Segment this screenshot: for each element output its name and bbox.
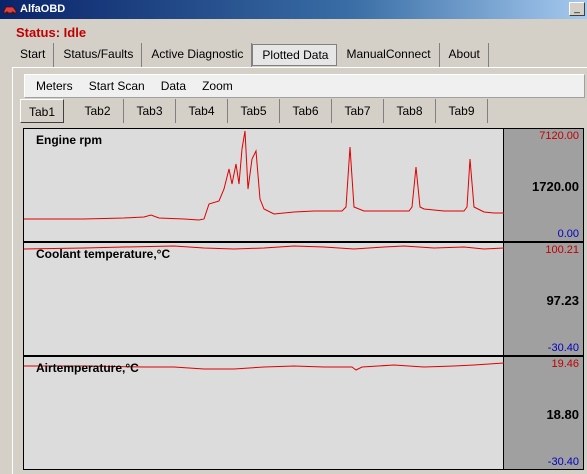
plot-area: Engine rpm bbox=[24, 129, 504, 241]
plot-tabs: Tab1 Tab2 Tab3 Tab4 Tab5 Tab6 Tab7 Tab8 … bbox=[20, 99, 488, 123]
current-value: 18.80 bbox=[546, 407, 579, 422]
plot-area: Coolant temperature,°C bbox=[24, 243, 504, 355]
main-tabs: Start Status/Faults Active Diagnostic Pl… bbox=[11, 43, 489, 67]
plot-engine-rpm: Engine rpm 7120.00 1720.00 0.00 bbox=[23, 128, 584, 242]
menu-start-scan[interactable]: Start Scan bbox=[89, 79, 145, 93]
tab-3[interactable]: Tab3 bbox=[124, 99, 176, 123]
scale-min: -30.40 bbox=[547, 342, 579, 354]
tab-manual-connect[interactable]: ManualConnect bbox=[337, 43, 440, 67]
plot-air-temperature: Airtemperature,°C 19.46 18.80 -30.40 bbox=[23, 356, 584, 470]
menu-data[interactable]: Data bbox=[161, 79, 186, 93]
tab-plotted-data[interactable]: Plotted Data bbox=[252, 44, 338, 66]
current-value: 97.23 bbox=[546, 293, 579, 308]
scale-max: 19.46 bbox=[551, 358, 579, 370]
plot-scale: 100.21 97.23 -30.40 bbox=[504, 243, 583, 355]
current-value: 1720.00 bbox=[532, 179, 579, 194]
plot-coolant-temperature: Coolant temperature,°C 100.21 97.23 -30.… bbox=[23, 242, 584, 356]
tab-1[interactable]: Tab1 bbox=[20, 99, 64, 123]
tab-5[interactable]: Tab5 bbox=[228, 99, 280, 123]
tab-start[interactable]: Start bbox=[11, 43, 55, 67]
tab-6[interactable]: Tab6 bbox=[280, 99, 332, 123]
tab-status-faults[interactable]: Status/Faults bbox=[54, 43, 143, 67]
scale-max: 7120.00 bbox=[539, 130, 579, 142]
plot-scale: 7120.00 1720.00 0.00 bbox=[504, 129, 583, 241]
plot-menu-bar: Meters Start Scan Data Zoom bbox=[24, 74, 585, 98]
tab-4[interactable]: Tab4 bbox=[176, 99, 228, 123]
window-title: AlfaOBD bbox=[20, 3, 66, 15]
status-text: Status: Idle bbox=[16, 25, 87, 40]
tab-about[interactable]: About bbox=[440, 43, 489, 67]
menu-meters[interactable]: Meters bbox=[36, 79, 73, 93]
tab-7[interactable]: Tab7 bbox=[332, 99, 384, 123]
plot-scale: 19.46 18.80 -30.40 bbox=[504, 357, 583, 469]
scale-max: 100.21 bbox=[545, 244, 579, 256]
plot-label: Airtemperature,°C bbox=[36, 361, 139, 375]
tab-2[interactable]: Tab2 bbox=[72, 99, 124, 123]
plot-area: Airtemperature,°C bbox=[24, 357, 504, 469]
tab-9[interactable]: Tab9 bbox=[436, 99, 488, 123]
car-icon bbox=[3, 6, 17, 15]
tab-active-diagnostic[interactable]: Active Diagnostic bbox=[142, 43, 253, 67]
scale-min: 0.00 bbox=[557, 228, 579, 240]
menu-zoom[interactable]: Zoom bbox=[202, 79, 233, 93]
plot-label: Engine rpm bbox=[36, 133, 103, 147]
title-bar: AlfaOBD _ bbox=[0, 0, 587, 19]
plot-label: Coolant temperature,°C bbox=[36, 247, 171, 261]
minimize-button[interactable]: _ bbox=[569, 2, 585, 16]
scale-min: -30.40 bbox=[547, 456, 579, 468]
tab-8[interactable]: Tab8 bbox=[384, 99, 436, 123]
